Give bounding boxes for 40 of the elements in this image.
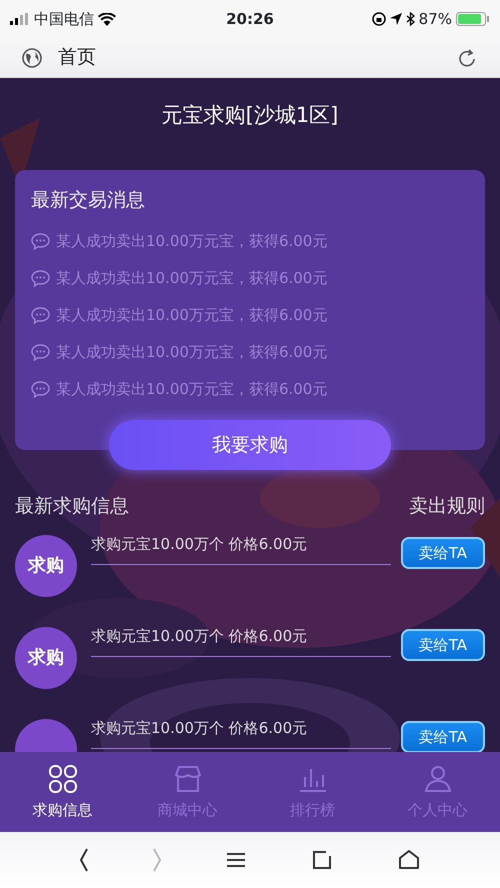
chat-bubble-icon bbox=[31, 270, 50, 286]
news-title: 最新交易消息 bbox=[31, 188, 145, 213]
page-heading: 元宝求购[沙城1区] bbox=[162, 103, 338, 127]
news-message: 某人成功卖出10.00万元宝，获得6.00元 bbox=[56, 230, 328, 252]
news-message: 某人成功卖出10.00万元宝，获得6.00元 bbox=[56, 304, 328, 326]
home-button[interactable] bbox=[396, 848, 421, 872]
lock-rotation-icon bbox=[372, 12, 386, 26]
location-icon bbox=[390, 13, 402, 25]
chat-bubble-icon bbox=[31, 306, 50, 324]
news-message: 某人成功卖出10.00万元宝，获得6.00元 bbox=[56, 268, 328, 289]
refresh-button[interactable] bbox=[456, 46, 478, 68]
request-text: 求购元宝10.00万个 价格6.00元 bbox=[91, 620, 391, 656]
request-text: 求购元宝10.00万个 价格6.00元 bbox=[91, 528, 391, 564]
chat-bubble-icon bbox=[31, 232, 50, 250]
carrier-name: 中国电信 bbox=[34, 8, 94, 30]
globe-icon bbox=[22, 48, 42, 68]
sell-button[interactable]: 卖给TA bbox=[400, 628, 485, 661]
grid-icon bbox=[46, 762, 78, 795]
chat-bubble-icon bbox=[31, 344, 50, 360]
news-message: 某人成功卖出10.00万元宝，获得6.00元 bbox=[56, 378, 328, 400]
bluetooth-icon bbox=[406, 12, 415, 26]
wifi-icon bbox=[98, 12, 116, 26]
buy-request-button[interactable]: 我要求购 bbox=[109, 420, 391, 470]
request-text: 求购元宝10.00万个 价格6.00元 bbox=[91, 712, 391, 748]
rules-link[interactable]: 卖出规则 bbox=[409, 492, 485, 520]
section-title: 最新求购信息 bbox=[15, 494, 129, 519]
clock-time: 20:26 bbox=[226, 8, 274, 30]
sell-button[interactable]: 卖给TA bbox=[400, 720, 485, 752]
battery-percent: 87% bbox=[418, 8, 452, 30]
tab-button[interactable]: 排行榜 bbox=[250, 752, 375, 832]
sell-button[interactable]: 卖给TA bbox=[400, 536, 485, 569]
tab-button[interactable]: 求购信息 bbox=[0, 752, 125, 832]
tab-button[interactable]: 个人中心 bbox=[375, 752, 500, 832]
chat-bubble-icon bbox=[31, 380, 50, 398]
page-title: 首页 bbox=[58, 45, 96, 70]
battery-icon bbox=[456, 12, 490, 26]
news-message: 某人成功卖出10.00万元宝，获得6.00元 bbox=[56, 342, 328, 363]
back-button[interactable] bbox=[79, 848, 90, 872]
signal-icon bbox=[10, 13, 30, 25]
tab-button[interactable]: 商城中心 bbox=[125, 752, 250, 832]
